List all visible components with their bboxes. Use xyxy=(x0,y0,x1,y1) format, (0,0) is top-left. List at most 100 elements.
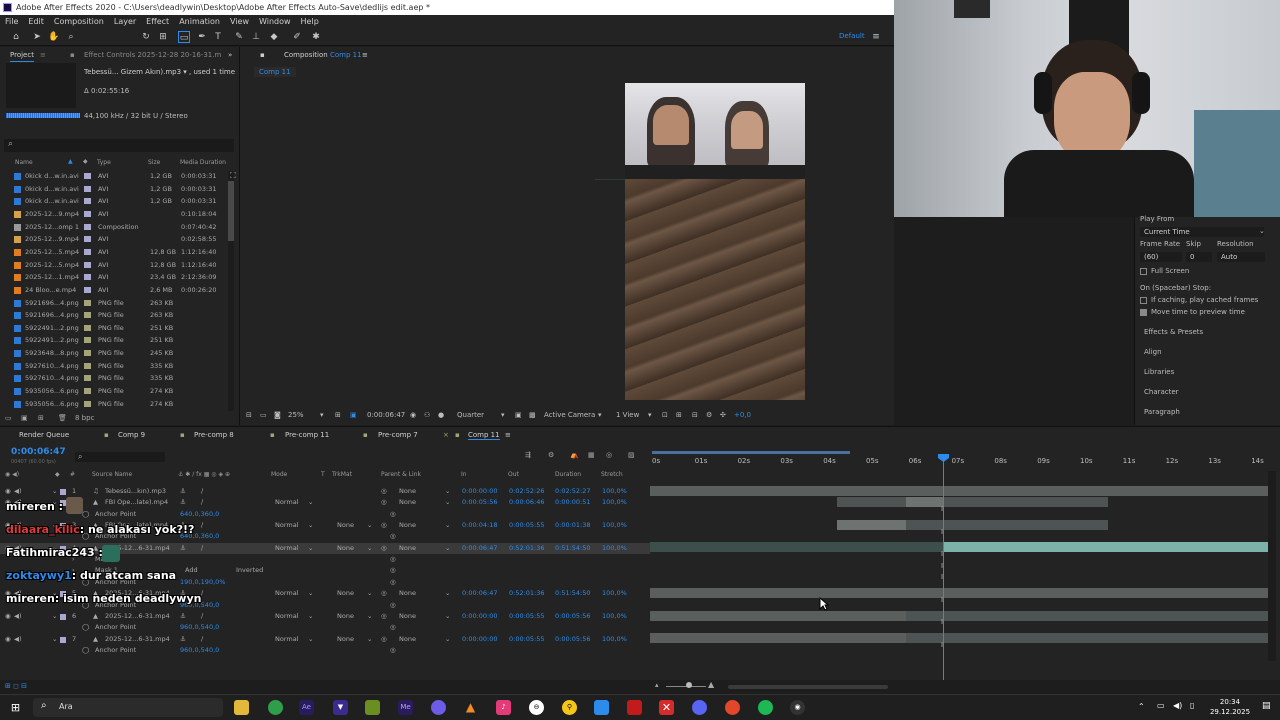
quality-switch-icon[interactable]: ∕ xyxy=(201,634,203,645)
close-app-icon[interactable]: ✕ xyxy=(659,700,674,715)
lock-icon[interactable]: ▪ xyxy=(260,51,265,59)
expression-pickwhip-icon[interactable]: ◎ xyxy=(390,645,396,656)
col-type[interactable]: Type xyxy=(97,159,111,166)
project-item[interactable]: 5927610...4.png PNG file 335 KB xyxy=(0,372,232,385)
label-color-swatch[interactable] xyxy=(84,286,91,293)
expression-pickwhip-icon[interactable]: ◎ xyxy=(390,622,396,633)
project-item[interactable]: 5927610...4.png PNG file 335 KB xyxy=(0,360,232,373)
chevron-down-icon[interactable]: ⌄ xyxy=(367,543,372,554)
rectangle-tool-icon[interactable]: ▭ xyxy=(178,31,190,43)
project-item[interactable]: 2025-12...9.mp4 AVI 0:02:58:55 xyxy=(0,233,232,246)
playhead-line[interactable] xyxy=(943,455,944,680)
tray-chevron-icon[interactable]: ⌃ xyxy=(1138,702,1145,711)
label-color-swatch[interactable] xyxy=(84,324,91,331)
col-mode[interactable]: Mode xyxy=(271,471,287,478)
project-item[interactable]: 5921696...4.png PNG file 263 KB xyxy=(0,309,232,322)
layer-duration-bar[interactable] xyxy=(650,611,906,621)
chevron-down-icon[interactable]: ⌄ xyxy=(367,634,372,645)
move-time-checkbox[interactable] xyxy=(1140,309,1147,316)
section-libraries[interactable]: Libraries xyxy=(1144,368,1174,376)
menu-animation[interactable]: Animation xyxy=(174,15,225,28)
media-encoder-icon[interactable]: Me xyxy=(398,700,413,715)
timeline-icon[interactable]: ⊟ xyxy=(692,407,698,423)
zoom-select[interactable]: 25% xyxy=(288,407,304,423)
quality-switch-icon[interactable]: ∕ xyxy=(201,486,203,497)
label-color-swatch[interactable] xyxy=(84,236,91,243)
capcut-icon[interactable]: ♪ xyxy=(496,700,511,715)
chevron-down-icon[interactable]: ⌄ xyxy=(445,497,450,508)
flowchart-icon[interactable]: ⚙ xyxy=(706,407,712,423)
audio-icon[interactable]: ◀) xyxy=(14,634,22,645)
panel-menu-icon[interactable]: ≡ xyxy=(40,51,46,59)
expand-chevron-icon[interactable]: ⌄ xyxy=(52,486,57,497)
project-item[interactable]: 2025-12...5.mp4 AVI 12,8 GB 1:12:16:40 xyxy=(0,246,232,259)
exposure-icon[interactable]: ✣ xyxy=(720,407,726,423)
rotate-tool-icon[interactable]: ↻ xyxy=(140,31,152,43)
interpret-footage-icon[interactable]: ▭ xyxy=(5,411,12,425)
label-color-swatch[interactable] xyxy=(84,400,91,407)
zoom-tool-icon[interactable]: ⌕ xyxy=(65,31,77,43)
app-icon[interactable] xyxy=(431,700,446,715)
show-snapshot-icon[interactable]: ⚇ xyxy=(424,407,430,423)
selection-tool-icon[interactable]: ➤ xyxy=(31,31,43,43)
brush-tool-icon[interactable]: ✎ xyxy=(233,31,245,43)
lock-icon[interactable]: ▪ xyxy=(70,51,75,59)
section-paragraph[interactable]: Paragraph xyxy=(1144,408,1180,416)
label-color-swatch[interactable] xyxy=(60,489,66,495)
spotify-icon[interactable] xyxy=(758,700,773,715)
shy-switch-icon[interactable]: ⚓ xyxy=(180,611,186,622)
col-in[interactable]: In xyxy=(461,471,467,478)
pickwhip-icon[interactable]: ◎ xyxy=(381,520,387,531)
visibility-eye-icon[interactable]: ◉ xyxy=(5,611,11,622)
resolution-select[interactable]: Quarter xyxy=(457,407,484,423)
layer-row[interactable]: ◉ ◀) ⌄ 1 ♫ Tebessü...kın).mp3 ⚓ ∕ ◎ None ⌄ 0:00:00:… xyxy=(0,486,650,497)
menu-effect[interactable]: Effect xyxy=(141,15,174,28)
chevron-down-icon[interactable]: ⌄ xyxy=(308,497,313,508)
shy-switch-icon[interactable]: ⚓ xyxy=(180,543,186,554)
vpn-icon[interactable]: ▼ xyxy=(333,700,348,715)
sort-asc-icon[interactable]: ▲ xyxy=(68,158,73,165)
tab-pre-comp-7[interactable]: Pre-comp 7 xyxy=(378,431,418,439)
section-character[interactable]: Character xyxy=(1144,388,1179,396)
new-composition-icon[interactable]: ⊞ xyxy=(38,411,44,425)
chevron-down-icon[interactable]: ⌄ xyxy=(445,543,450,554)
label-color-swatch[interactable] xyxy=(84,173,91,179)
chevron-down-icon[interactable]: ⌄ xyxy=(367,611,372,622)
bpc-label[interactable]: 8 bpc xyxy=(75,411,94,425)
chevron-down-icon[interactable]: ▾ xyxy=(598,407,602,423)
chevron-down-icon[interactable]: ⌄ xyxy=(308,588,313,599)
horizontal-scrollbar[interactable] xyxy=(728,685,888,689)
layer-duration-bar[interactable] xyxy=(837,520,906,530)
label-color-swatch[interactable] xyxy=(84,350,91,357)
home-icon[interactable]: ⌂ xyxy=(10,31,22,43)
label-color-swatch[interactable] xyxy=(84,198,91,205)
layer-duration-bar[interactable] xyxy=(650,588,1268,598)
menu-layer[interactable]: Layer xyxy=(109,15,141,28)
section-effects-presets[interactable]: Effects & Presets xyxy=(1144,328,1203,336)
layer-duration-bar[interactable] xyxy=(837,497,1108,507)
windows-start-icon[interactable]: ⊞ xyxy=(8,700,23,715)
label-color-swatch[interactable] xyxy=(84,312,91,319)
close-tab-icon[interactable]: × xyxy=(443,431,449,439)
work-area-bar[interactable] xyxy=(652,451,850,454)
composition-canvas[interactable] xyxy=(625,83,805,400)
col-media-duration[interactable]: Media Duration xyxy=(180,159,226,166)
pickwhip-icon[interactable]: ◎ xyxy=(381,543,387,554)
layer-duration-bar[interactable] xyxy=(650,486,1268,496)
label-column-icon[interactable]: ◆ xyxy=(83,158,88,165)
exposure-value[interactable]: +0,0 xyxy=(734,407,751,423)
label-color-swatch[interactable] xyxy=(60,613,66,620)
menu-window[interactable]: Window xyxy=(254,15,296,28)
quality-switch-icon[interactable]: ∕ xyxy=(201,497,203,508)
chevron-down-icon[interactable]: ▾ xyxy=(648,407,652,423)
chevron-down-icon[interactable]: ▾ xyxy=(501,407,505,423)
puppet-tool-icon[interactable]: ✱ xyxy=(310,31,322,43)
layer-duration-bar[interactable] xyxy=(906,611,1268,621)
taskbar-clock[interactable]: 20:34 29.12.2025 xyxy=(1202,697,1258,717)
time-ruler[interactable]: 0s 01s 02s 03s 04s 05s 06s 07s 08s 09s 10s 11s 12s 13… xyxy=(650,451,1270,471)
chevron-down-icon[interactable]: ⌄ xyxy=(367,588,372,599)
tab-comp-11[interactable]: Comp 11 xyxy=(468,431,500,440)
workspace-menu-icon[interactable]: ≡ xyxy=(870,31,882,43)
expression-pickwhip-icon[interactable]: ◎ xyxy=(390,600,396,611)
label-color-swatch[interactable] xyxy=(84,388,91,395)
